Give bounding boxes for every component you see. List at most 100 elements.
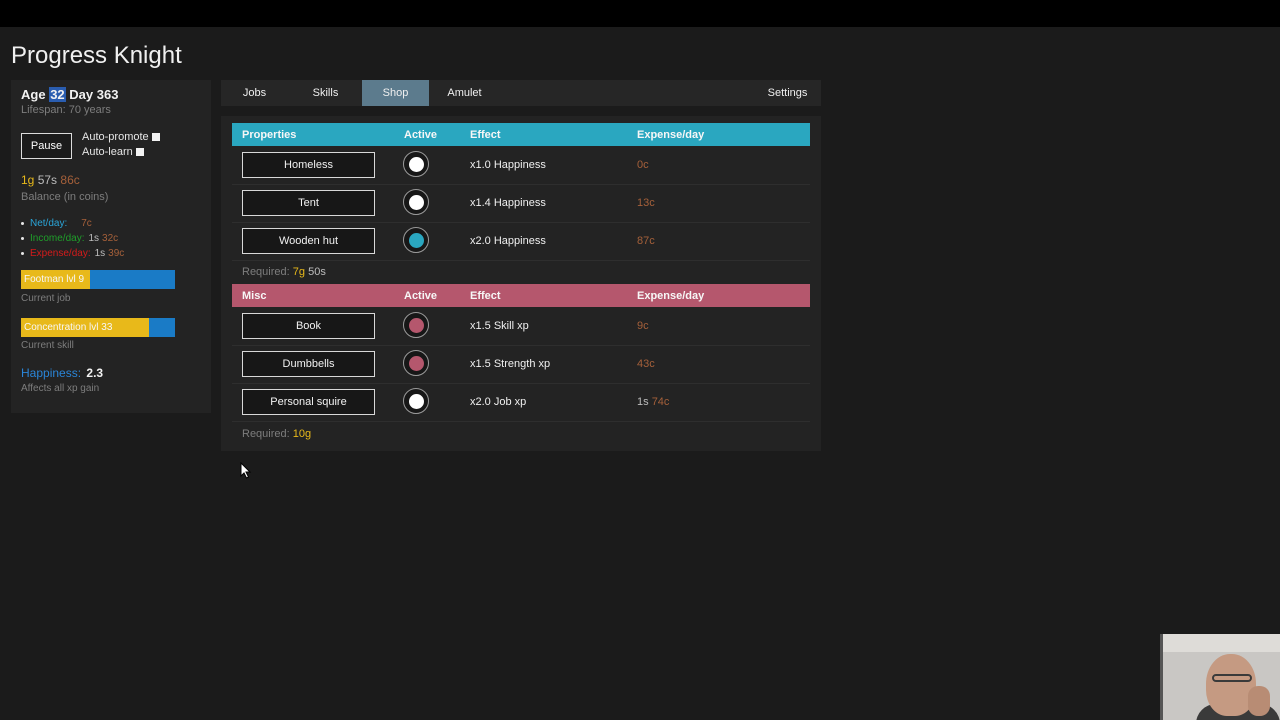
tab-jobs[interactable]: Jobs xyxy=(221,80,288,106)
expense-copper: 87c xyxy=(637,235,655,247)
day-label: Day xyxy=(69,87,94,102)
income-day-silver: 1s xyxy=(88,233,100,244)
page-title: Progress Knight xyxy=(11,42,182,69)
age-value: 32 xyxy=(49,87,66,102)
net-day-row: Net/day: 7c xyxy=(21,216,124,231)
auto-learn-row[interactable]: Auto-learn xyxy=(82,146,144,158)
property-effect: x1.0 Happiness xyxy=(470,159,546,171)
happiness-line: Happiness: 2.3 xyxy=(21,366,103,380)
misc-row-dumbbells: Dumbbells x1.5 Strength xp 43c xyxy=(232,345,810,384)
misc-active-radio-book[interactable] xyxy=(403,312,429,338)
misc-expense: 1s 74c xyxy=(637,396,669,408)
happiness-value: 2.3 xyxy=(86,366,104,380)
properties-header-name: Properties xyxy=(242,128,297,141)
property-expense: 13c xyxy=(637,197,655,209)
auto-promote-checkbox[interactable] xyxy=(151,133,160,141)
expense-copper: 0c xyxy=(637,159,649,171)
age-label: Age xyxy=(21,87,46,102)
misc-expense: 43c xyxy=(637,358,655,370)
current-skill-label: Current skill xyxy=(21,340,74,351)
expense-copper: 74c xyxy=(651,396,670,408)
property-active-radio-homeless[interactable] xyxy=(403,151,429,177)
property-row-wooden-hut: Wooden hut x2.0 Happiness 87c xyxy=(232,222,810,261)
sidebar: Age 32 Day 363 Lifespan: 70 years Pause … xyxy=(11,80,211,413)
tab-skills[interactable]: Skills xyxy=(292,80,359,106)
misc-row-book: Book x1.5 Skill xp 9c xyxy=(232,307,810,346)
tab-shop[interactable]: Shop xyxy=(362,80,429,106)
balance-label: Balance (in coins) xyxy=(21,191,109,203)
expense-silver: 1s xyxy=(637,396,649,408)
income-day-row: Income/day: 1s 32c xyxy=(21,231,124,246)
properties-required: Required: 7g 50s xyxy=(242,266,326,278)
current-skill-text: Concentration lvl 33 xyxy=(24,322,113,333)
misc-active-radio-personal-squire[interactable] xyxy=(403,388,429,414)
day-value: 363 xyxy=(96,87,119,102)
property-button-wooden-hut[interactable]: Wooden hut xyxy=(242,228,375,254)
property-button-tent[interactable]: Tent xyxy=(242,190,375,216)
age-day-line: Age 32 Day 363 xyxy=(21,87,118,102)
radio-dot-icon xyxy=(408,156,424,172)
net-day-copper: 7c xyxy=(81,218,92,229)
required-silver: 50s xyxy=(308,266,326,278)
misc-required: Required: 10g xyxy=(242,428,311,440)
income-day-copper: 32c xyxy=(102,233,119,244)
expense-day-silver: 1s xyxy=(94,248,106,259)
happiness-label: Happiness: xyxy=(21,366,82,380)
required-gold: 7g xyxy=(292,266,306,278)
auto-learn-label: Auto-learn xyxy=(82,146,133,158)
current-job-bar: Footman lvl 9 xyxy=(21,270,175,289)
property-expense: 87c xyxy=(637,235,655,247)
income-day-label: Income/day: xyxy=(30,233,85,244)
misc-header-active: Active xyxy=(404,289,438,302)
webcam-background xyxy=(1163,634,1280,652)
misc-header: Misc Active Effect Expense/day xyxy=(232,284,810,307)
misc-button-book[interactable]: Book xyxy=(242,313,375,339)
misc-row-personal-squire: Personal squire x2.0 Job xp 1s 74c xyxy=(232,383,810,422)
current-job-label: Current job xyxy=(21,293,71,304)
auto-learn-checkbox[interactable] xyxy=(135,148,144,156)
misc-button-dumbbells[interactable]: Dumbbells xyxy=(242,351,375,377)
required-label: Required: xyxy=(242,266,290,278)
properties-header-effect: Effect xyxy=(470,128,501,141)
property-row-homeless: Homeless x1.0 Happiness 0c xyxy=(232,146,810,185)
properties-header-active: Active xyxy=(404,128,438,141)
auto-promote-label: Auto-promote xyxy=(82,131,149,143)
webcam-person-hand xyxy=(1248,686,1270,716)
tab-amulet[interactable]: Amulet xyxy=(431,80,498,106)
balance-silver: 57s xyxy=(37,173,58,187)
property-button-homeless[interactable]: Homeless xyxy=(242,152,375,178)
misc-header-effect: Effect xyxy=(470,289,501,302)
balance-gold: 1g xyxy=(21,173,35,187)
pause-button[interactable]: Pause xyxy=(21,133,72,159)
property-active-radio-wooden-hut[interactable] xyxy=(403,227,429,253)
property-expense: 0c xyxy=(637,159,649,171)
radio-dot-icon xyxy=(408,232,424,248)
tab-settings[interactable]: Settings xyxy=(758,80,817,106)
misc-effect: x2.0 Job xp xyxy=(470,396,527,408)
bullet-icon xyxy=(21,252,24,255)
radio-dot-icon xyxy=(408,317,424,333)
radio-dot-icon xyxy=(408,355,424,371)
misc-effect: x1.5 Strength xp xyxy=(470,358,551,370)
misc-effect: x1.5 Skill xp xyxy=(470,320,529,332)
property-active-radio-tent[interactable] xyxy=(403,189,429,215)
shop-panel: Properties Active Effect Expense/day Hom… xyxy=(221,116,821,451)
webcam-person-glasses xyxy=(1212,674,1252,682)
misc-expense: 9c xyxy=(637,320,649,332)
radio-dot-icon xyxy=(408,194,424,210)
happiness-subtext: Affects all xp gain xyxy=(21,383,100,394)
misc-button-personal-squire[interactable]: Personal squire xyxy=(242,389,375,415)
bullet-icon xyxy=(21,222,24,225)
lifespan-text: Lifespan: 70 years xyxy=(21,104,111,116)
property-effect: x2.0 Happiness xyxy=(470,235,546,247)
balance-value: 1g 57s 86c xyxy=(21,173,80,187)
expense-copper: 9c xyxy=(637,320,649,332)
auto-promote-row[interactable]: Auto-promote xyxy=(82,131,160,143)
window-top-bar xyxy=(0,0,1280,27)
expense-day-row: Expense/day: 1s 39c xyxy=(21,246,124,261)
properties-header-expense: Expense/day xyxy=(637,128,705,141)
required-label: Required: xyxy=(242,428,290,440)
expense-day-label: Expense/day: xyxy=(30,248,91,259)
misc-active-radio-dumbbells[interactable] xyxy=(403,350,429,376)
misc-header-name: Misc xyxy=(242,289,267,302)
